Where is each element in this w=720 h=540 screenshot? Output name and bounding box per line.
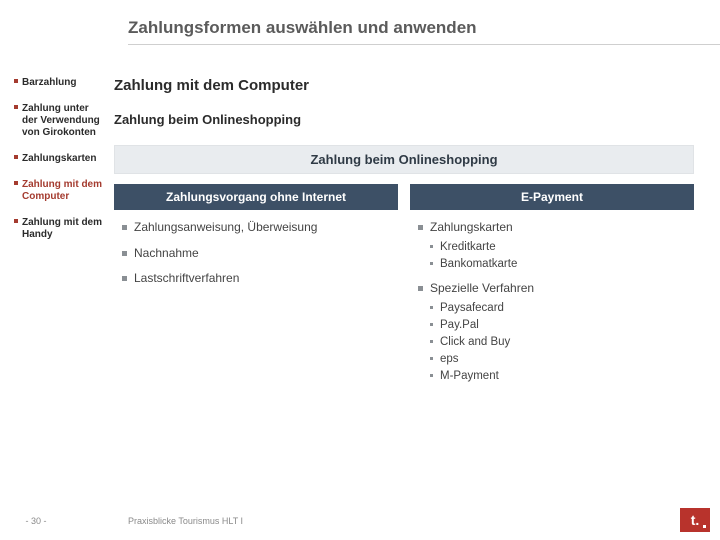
list-item: Zahlungsanweisung, Überweisung [122,220,390,236]
column-head-right: E-Payment [410,184,694,210]
sidebar-item-computer: Zahlung mit dem Computer [14,179,106,203]
list-item: Spezielle Verfahren Paysafecard Pay.Pal … [418,281,686,383]
column-left: Zahlungsvorgang ohne Internet Zahlungsan… [114,184,398,404]
logo-icon: t. [680,508,710,532]
list-subitem: M-Payment [430,369,686,384]
logo-dot-icon [703,525,706,528]
sidebar: Barzahlung Zahlung unter der Ver­wendung… [14,77,114,404]
sidebar-item-handy: Zahlung mit dem Handy [14,217,106,241]
list-item-label: Spezielle Verfahren [430,281,534,295]
list-item: Nachnahme [122,246,390,262]
logo-text: t. [691,512,700,528]
list-subitem: eps [430,352,686,367]
sidebar-item-girokonten: Zahlung unter der Ver­wendung von Giroko… [14,103,106,139]
content-area: Zahlung mit dem Computer Zahlung beim On… [114,77,694,404]
banner: Zahlung beim Onlineshopping [114,145,694,174]
column-head-left: Zahlungsvorgang ohne Internet [114,184,398,210]
list-subitem: Click and Buy [430,335,686,350]
footer-text: Praxisblicke Tourismus HLT I [72,516,243,526]
page-number: - 30 - [0,516,72,526]
list-item-label: Zahlungskarten [430,220,513,234]
footer: - 30 - Praxisblicke Tourismus HLT I [0,516,720,526]
list-item: Zahlungskarten Kreditkarte Bankomatkarte [418,220,686,271]
column-right: E-Payment Zahlungskarten Kreditkarte Ban… [410,184,694,404]
list-item: Lastschriftverfahren [122,271,390,287]
page-title: Zahlungsformen auswählen und anwenden [128,18,720,38]
list-subitem: Paysafecard [430,301,686,316]
list-subitem: Pay.Pal [430,318,686,333]
list-subitem: Kreditkarte [430,240,686,255]
section-title: Zahlung mit dem Computer [114,77,694,94]
sidebar-item-zahlungskarten: Zahlungs­karten [14,153,106,165]
list-subitem: Bankomatkarte [430,257,686,272]
content-subtitle: Zahlung beim Onlineshopping [114,112,694,127]
divider [128,44,720,45]
sidebar-item-barzahlung: Barzahlung [14,77,106,89]
